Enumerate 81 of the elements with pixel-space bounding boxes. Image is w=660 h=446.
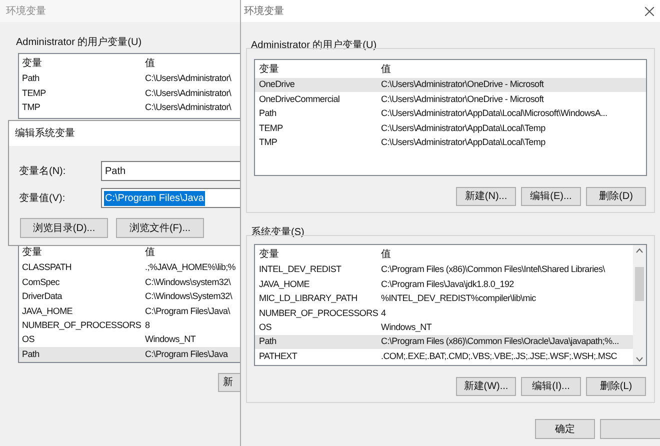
table-cell-text: C:\Program Files\Java: [145, 348, 228, 361]
table-cell-text: 8: [145, 319, 150, 332]
table-cell-text: C:\Program Files\Java\jdk1.8.0_192: [381, 278, 514, 291]
table-cell-text: DriverData: [22, 290, 64, 304]
column-header[interactable]: 变量: [22, 245, 145, 260]
table-cell-text: C:\Users\Administrator\AppData\Local\Temp: [381, 136, 546, 149]
table-cell-text: Path: [22, 348, 40, 361]
table-cell-text: %INTEL_DEV_REDIST%compiler\lib\mic: [381, 292, 536, 306]
dialog-button[interactable]: 删除(L): [586, 377, 646, 396]
list-row[interactable]: OS Windows_NT: [19, 332, 240, 348]
column-header[interactable]: 值: [145, 245, 155, 260]
dialog-button[interactable]: 浏览文件(F)...: [116, 218, 204, 238]
group-label: Administrator 的用户变量(U): [16, 37, 142, 48]
table-cell-text: C:\Program Files (x86)\Common Files\Intel\Shared Libraries\: [381, 263, 605, 276]
field-value: C:\Program Files\Java: [104, 190, 205, 206]
table-cell-text: JAVA_HOME: [22, 304, 74, 318]
table-cell-text: C:\Program Files (x86)\Common Files\Oracle\Java\javapath;%...: [381, 335, 619, 348]
table-cell-text: Path: [259, 335, 278, 348]
window-title: 环境变量: [244, 4, 284, 18]
close-icon[interactable]: [645, 6, 654, 16]
dialog-button[interactable]: 新: [218, 373, 240, 392]
table-cell-text: JAVA_HOME: [259, 278, 310, 291]
scrollbar[interactable]: [633, 245, 646, 365]
table-cell-text: C:\Program Files\Java\: [145, 304, 230, 318]
table-cell-text: TEMP: [22, 86, 47, 100]
table-cell-text: NUMBER_OF_PROCESSORS: [259, 306, 380, 320]
list-row[interactable]: Path C:\Program Files\Java: [19, 347, 240, 362]
column-header[interactable]: 变量: [22, 56, 145, 71]
table-cell-text: INTEL_DEV_REDIST: [259, 263, 342, 276]
table-cell-text: Windows_NT: [381, 321, 432, 334]
table-cell-text: .;%JAVA_HOME%\lib;%: [145, 261, 236, 274]
table-cell-text: C:\Windows\System32\: [145, 290, 232, 304]
table-cell-text: ComSpec: [22, 276, 60, 289]
ok-button[interactable]: 确定: [535, 419, 595, 439]
table-cell-text: C:\Users\Administrator\AppData\Local\Temp: [381, 122, 546, 135]
table-cell-text: OS: [22, 333, 36, 346]
dialog-title: 编辑系统变量: [15, 126, 75, 141]
table-cell-text: C:\Users\Administrator\: [145, 72, 232, 86]
scrollbar-thumb[interactable]: [635, 267, 644, 301]
input-field[interactable]: C:\Program Files\Java: [101, 188, 240, 208]
table-cell-text: MIC_LD_LIBRARY_PATH: [259, 292, 358, 306]
dialog-button[interactable]: 新建(N)...: [456, 187, 516, 206]
column-header[interactable]: 值: [381, 247, 391, 262]
table-cell-text: TEMP: [259, 122, 284, 135]
column-header[interactable]: 值: [381, 62, 391, 77]
field-value: Path: [104, 164, 127, 178]
field-label: 变量值(V):: [18, 192, 66, 206]
column-header[interactable]: 值: [145, 56, 155, 71]
dialog-button[interactable]: 编辑(E)...: [521, 187, 581, 206]
table-cell-text: OneDrive: [259, 78, 296, 92]
dialog-button[interactable]: 删除(D): [586, 187, 646, 206]
table-cell-text: C:\Users\Administrator\: [145, 86, 232, 100]
table-cell-text: OS: [259, 321, 272, 334]
dialog-button[interactable]: 浏览目录(D)...: [20, 218, 108, 238]
table-cell-text: TMP: [259, 136, 278, 149]
table-cell-text: TMP: [22, 101, 42, 114]
table-cell-text: C:\Users\Administrator\AppData\Local\Microsoft\WindowsA...: [381, 107, 608, 120]
table-cell-text: .COM;.EXE;.BAT;.CMD;.VBS;.VBE;.JS;.JSE;.WSF;.WSH;.MSC: [381, 350, 617, 363]
chevron-up-icon[interactable]: [636, 248, 643, 253]
table-cell-text: NUMBER_OF_PROCESSORS: [22, 319, 142, 332]
dialog-button[interactable]: 编辑(I)...: [521, 377, 581, 396]
table-cell-text: C:\Users\Administrator\OneDrive - Microsoft: [381, 78, 544, 92]
table-cell-text: Path: [259, 107, 278, 120]
field-label: 变量名(N):: [18, 164, 67, 178]
table-cell-text: OneDriveCommercial: [259, 92, 341, 106]
list-row[interactable]: OneDrive C:\Users\Administrator\OneDrive - Microsoft: [255, 78, 646, 92]
input-field[interactable]: Path: [101, 161, 240, 181]
list-row[interactable]: Path C:\Program Files (x86)\Common Files\Oracle\Java\javapath;%...: [255, 334, 633, 350]
table-cell-text: C:\Users\Administrator\OneDrive - Microsoft: [381, 92, 544, 106]
table-cell-text: Path: [22, 72, 40, 86]
table-cell-text: 4: [381, 306, 386, 320]
column-header[interactable]: 变量: [259, 247, 381, 262]
table-cell-text: C:\Users\Administrator\: [145, 101, 232, 114]
dialog-button[interactable]: 新建(W)...: [456, 377, 516, 396]
window-title: 环境变量: [6, 4, 46, 18]
table-cell-text: CLASSPATH: [22, 261, 72, 274]
table-cell-text: C:\Windows\system32\: [145, 276, 231, 289]
chevron-down-icon[interactable]: [636, 357, 643, 362]
table-cell-text: PATHEXT: [259, 350, 298, 363]
table-cell-text: Windows_NT: [145, 333, 196, 346]
column-header[interactable]: 变量: [259, 62, 381, 77]
